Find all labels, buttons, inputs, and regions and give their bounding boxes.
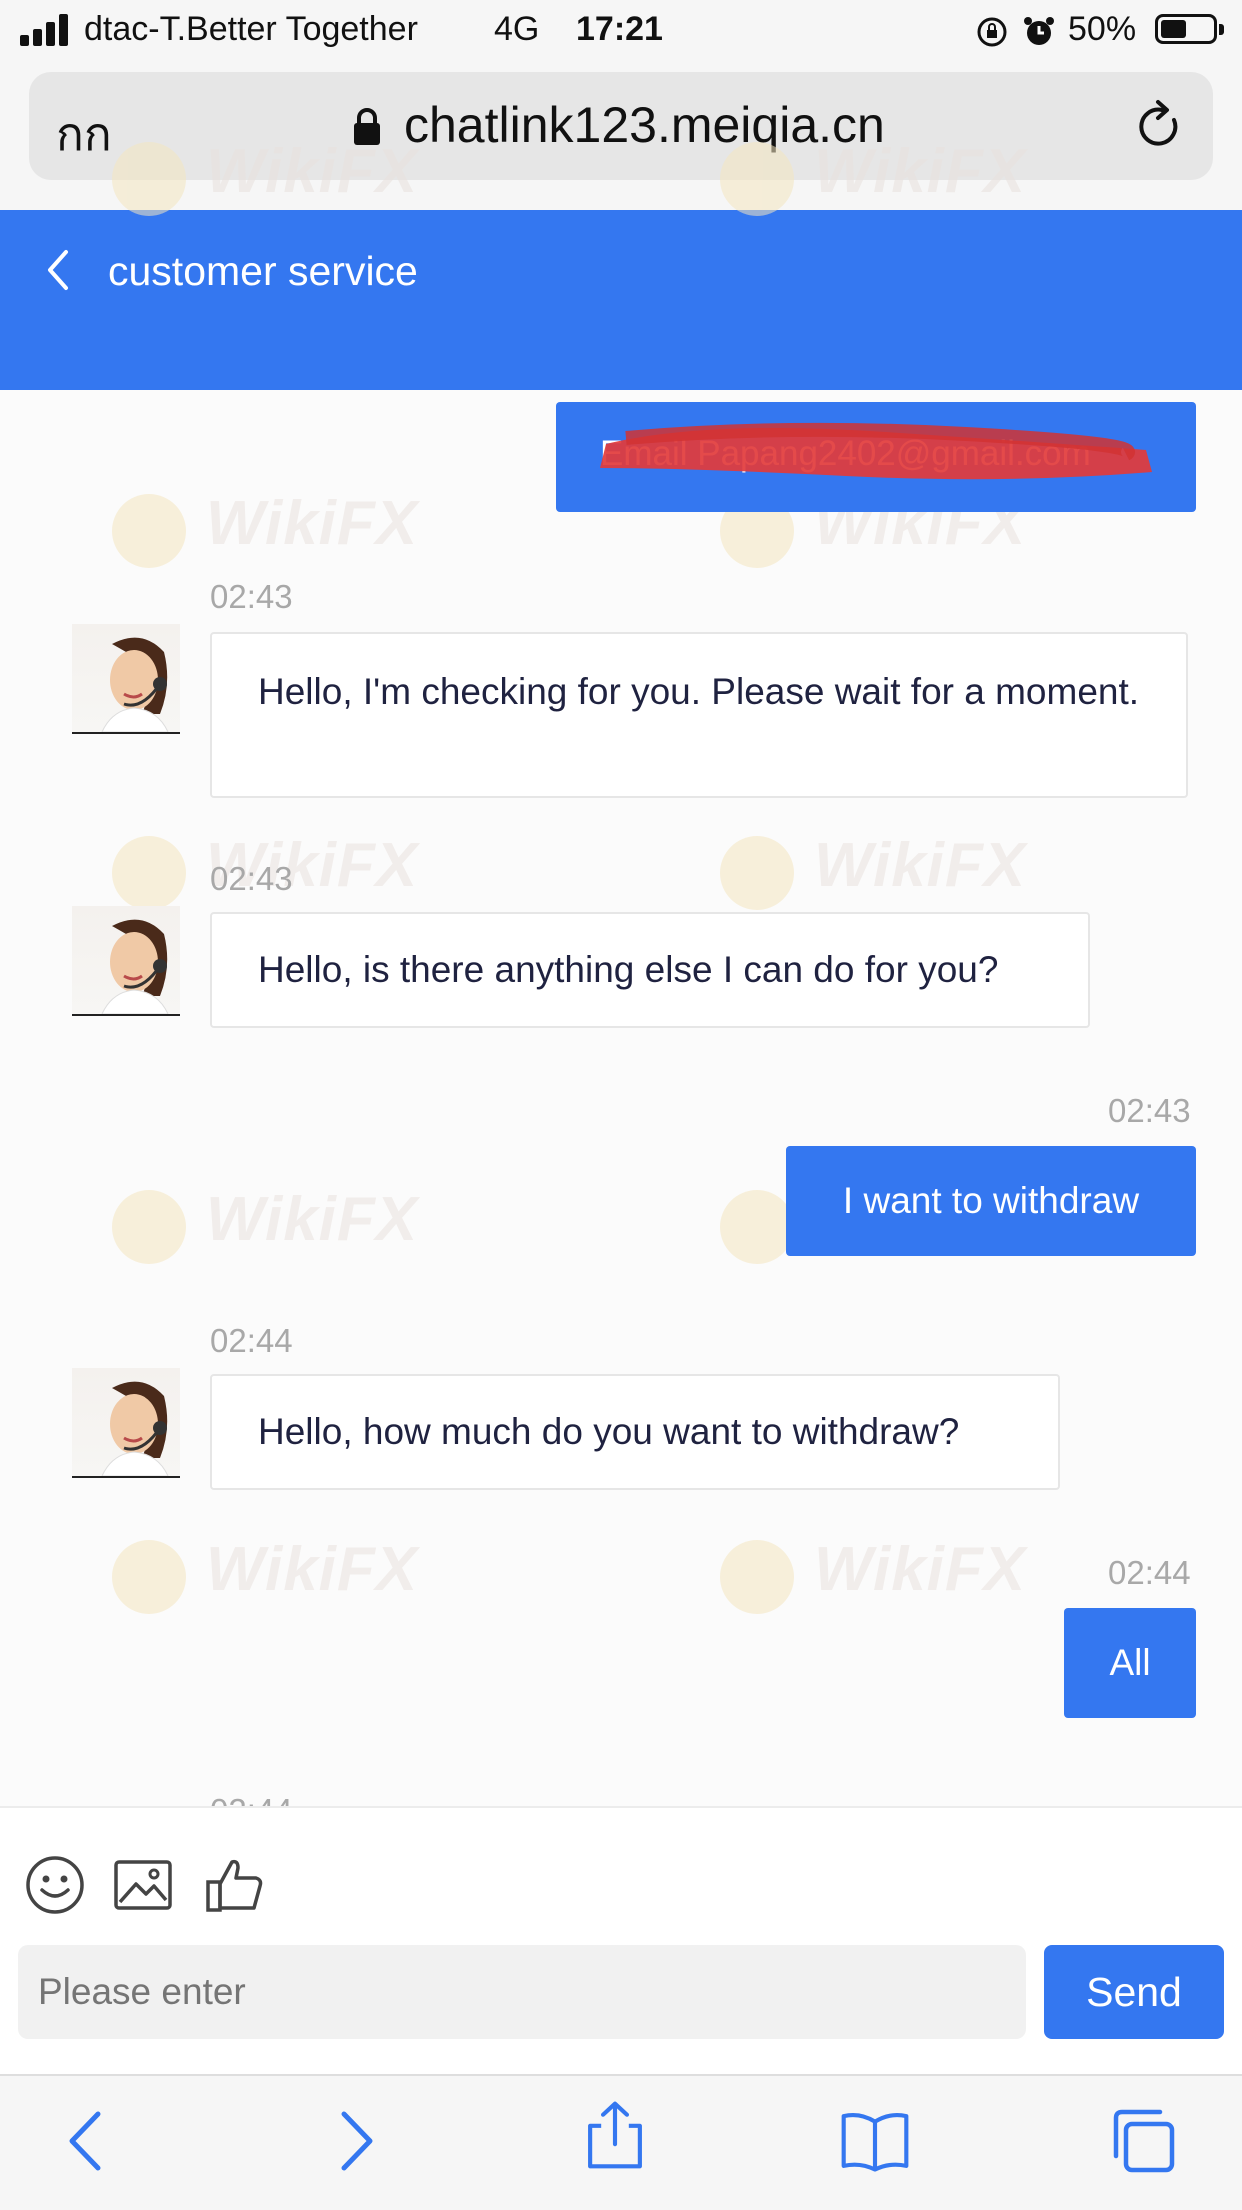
back-chevron-icon[interactable] (42, 248, 72, 292)
agent-avatar-icon (101, 637, 169, 732)
message-text: Hello, how much do you want to withdraw? (258, 1411, 960, 1452)
message-bubble-agent: Hello, is there anything else I can do f… (210, 912, 1090, 1028)
message-time: 02:44 (1108, 1554, 1191, 1591)
battery-percent: 50% (1068, 10, 1137, 48)
watermark-text: WikiFX (206, 1185, 419, 1254)
message-bubble-agent: Hello, I'm checking for you. Please wait… (210, 632, 1188, 798)
network-type: 4G (494, 10, 540, 48)
message-bubble-user: I want to withdraw (786, 1146, 1196, 1256)
browser-back-icon[interactable] (52, 2106, 122, 2176)
image-icon[interactable] (112, 1854, 174, 1916)
watermark-logo-icon (112, 836, 186, 910)
message-time: 02:43 (210, 578, 293, 615)
browser-forward-icon[interactable] (320, 2106, 390, 2176)
watermark-logo-icon (720, 1540, 794, 1614)
alarm-icon (1024, 17, 1054, 45)
carrier-name: dtac-T.Better Together (84, 10, 418, 48)
thumbs-up-icon[interactable] (204, 1854, 266, 1916)
tabs-icon[interactable] (1108, 2106, 1178, 2176)
bookmarks-icon[interactable] (840, 2106, 910, 2176)
watermark-logo-icon (112, 494, 186, 568)
battery-icon (1155, 14, 1217, 44)
message-bubble-agent: Hello, how much do you want to withdraw? (210, 1374, 1060, 1490)
message-text: I want to withdraw (842, 1180, 1140, 1221)
chat-header (0, 210, 1242, 390)
message-time: 02:43 (210, 860, 293, 897)
message-time: 02:44 (210, 1322, 293, 1359)
watermark-logo-icon (720, 1190, 794, 1264)
watermark-text: WikiFX (206, 489, 419, 558)
watermark-text: WikiFX (206, 1535, 419, 1604)
agent-avatar-icon (101, 919, 169, 1014)
message-time: 02:43 (1108, 1092, 1191, 1129)
battery-cap (1219, 24, 1224, 35)
agent-avatar (72, 624, 180, 734)
agent-avatar (72, 1368, 180, 1478)
emoji-icon[interactable] (24, 1854, 86, 1916)
message-input[interactable] (18, 1945, 1026, 2039)
message-bubble-user: All (1064, 1608, 1196, 1718)
message-text: Hello, I'm checking for you. Please wait… (258, 671, 1140, 712)
agent-avatar-icon (101, 1381, 169, 1476)
orientation-lock-icon (977, 17, 1007, 47)
watermark-logo-icon (112, 1540, 186, 1614)
clock: 17:21 (576, 10, 663, 48)
message-bubble-user: Email Papang2402@gmail.com (556, 402, 1196, 512)
message-text: Hello, is there anything else I can do f… (258, 949, 999, 990)
url-text[interactable]: chatlink123.meiqia.cn (404, 96, 885, 154)
signal-strength-icon (20, 14, 72, 46)
watermark-text: WikiFX (814, 831, 1027, 900)
send-button[interactable]: Send (1044, 1945, 1224, 2039)
text-size-button[interactable]: กก (56, 98, 112, 171)
lock-icon (354, 108, 380, 145)
watermark-logo-icon (720, 836, 794, 910)
agent-avatar (72, 906, 180, 1016)
watermark-logo-icon (112, 1190, 186, 1264)
reload-icon[interactable] (1136, 98, 1186, 154)
share-icon[interactable] (580, 2100, 650, 2170)
redaction-scribble (600, 422, 1152, 480)
chat-title: customer service (108, 248, 418, 294)
watermark-text: WikiFX (814, 1535, 1027, 1604)
message-text: All (1109, 1642, 1151, 1683)
